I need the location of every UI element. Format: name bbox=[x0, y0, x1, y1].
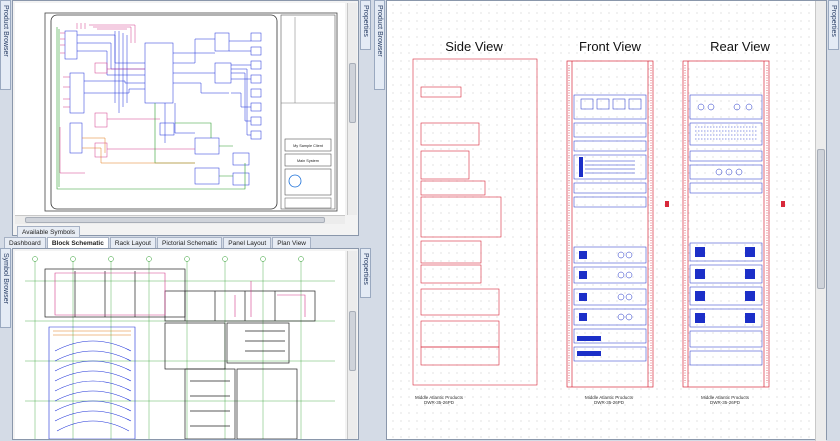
available-symbols-label: Available Symbols bbox=[22, 229, 75, 236]
properties-tab-right[interactable]: Properties bbox=[828, 0, 839, 50]
rack-views-drawing bbox=[412, 58, 785, 388]
plan-view-pane bbox=[12, 248, 359, 440]
schematic-vscroll-thumb[interactable] bbox=[349, 63, 356, 123]
symbol-browser-tab[interactable]: Symbol Browser bbox=[0, 248, 11, 328]
rear-view-caption: Middle Atlantic Products DWR-35-26PD bbox=[695, 395, 755, 405]
plan-vscrollbar[interactable] bbox=[347, 251, 357, 439]
block-schematic-pane: My Sample Client Main System Available S… bbox=[12, 0, 359, 238]
schematic-vscrollbar[interactable] bbox=[347, 3, 357, 215]
schematic-hscrollbar[interactable] bbox=[15, 215, 345, 224]
product-browser-tab-right-label: Product Browser bbox=[376, 5, 383, 57]
product-browser-tab[interactable]: Product Browser bbox=[0, 0, 11, 90]
block-schematic-drawing: My Sample Client Main System bbox=[44, 12, 338, 212]
properties-tab-bottom-label: Properties bbox=[362, 253, 369, 285]
rack-layout-canvas[interactable]: Side View Front View Rear View Middle At… bbox=[389, 1, 813, 441]
plan-vscroll-thumb[interactable] bbox=[349, 311, 356, 371]
block-schematic-canvas[interactable]: My Sample Client Main System bbox=[15, 3, 345, 215]
properties-tab-right-label: Properties bbox=[830, 5, 837, 37]
front-view-caption-model: DWR-35-26PD bbox=[593, 400, 624, 405]
side-view-caption-model: DWR-35-26PD bbox=[423, 400, 454, 405]
schematic-hscroll-thumb[interactable] bbox=[25, 217, 325, 223]
properties-tab[interactable]: Properties bbox=[360, 0, 371, 50]
rack-vscrollbar[interactable] bbox=[815, 1, 826, 441]
front-view-caption: Middle Atlantic Products DWR-35-26PD bbox=[579, 395, 639, 405]
properties-tab-label: Properties bbox=[362, 5, 369, 37]
plan-view-canvas[interactable] bbox=[15, 251, 345, 439]
floor-plan-drawing bbox=[25, 256, 335, 439]
title-block-system: Main System bbox=[297, 159, 319, 163]
rear-view-caption-model: DWR-35-26PD bbox=[709, 400, 740, 405]
properties-tab-bottom[interactable]: Properties bbox=[360, 248, 371, 298]
side-view-caption: Middle Atlantic Products DWR-35-26PD bbox=[409, 395, 469, 405]
product-browser-tab-label: Product Browser bbox=[2, 5, 9, 57]
rack-vscroll-thumb[interactable] bbox=[817, 149, 825, 289]
product-browser-tab-right[interactable]: Product Browser bbox=[374, 0, 385, 90]
rack-layout-pane: Side View Front View Rear View Middle At… bbox=[386, 0, 827, 441]
symbol-browser-tab-label: Symbol Browser bbox=[2, 253, 9, 304]
title-block-client: My Sample Client bbox=[293, 144, 324, 148]
